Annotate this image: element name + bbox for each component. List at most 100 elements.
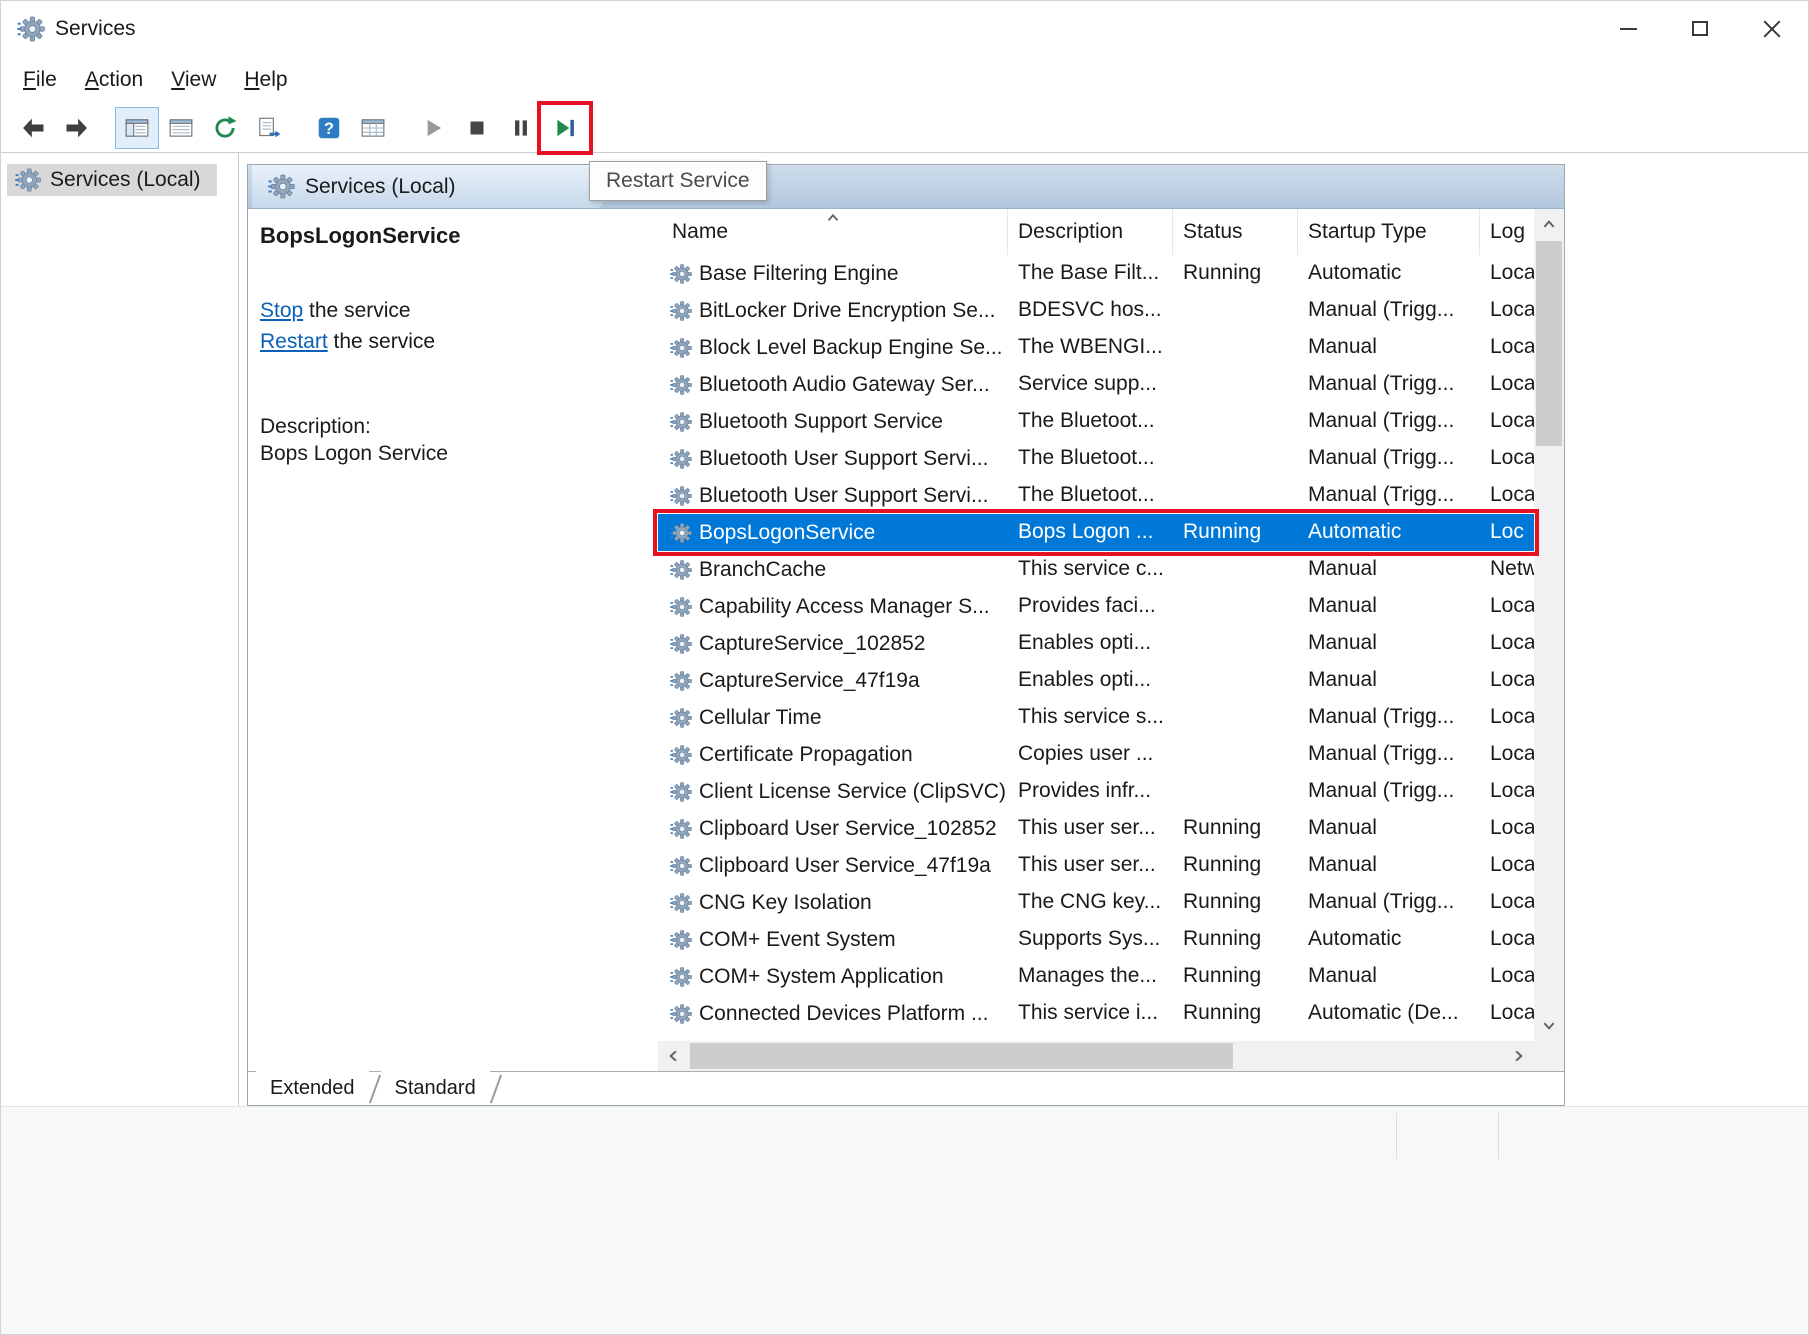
restart-service-button[interactable] [543,107,587,149]
cell-startup-type: Manual (Trigg... [1298,884,1480,921]
forward-button[interactable] [55,107,99,149]
table-row[interactable]: Client License Service (ClipSVC) Provide… [658,773,1534,810]
menu-help[interactable]: Help [230,62,301,98]
pane-title: Services (Local) [305,175,456,199]
table-row[interactable]: BitLocker Drive Encryption Se... BDESVC … [658,292,1534,329]
cell-description: Bops Logon ... [1008,514,1173,551]
cell-startup-type: Manual (Trigg... [1298,477,1480,514]
column-status[interactable]: Status [1173,209,1298,255]
show-console-tree-button[interactable] [115,107,159,149]
scroll-left-button[interactable] [658,1041,688,1071]
cell-log-on-as: Loca [1480,995,1534,1032]
tree-item-services-local[interactable]: Services (Local) [7,164,217,196]
close-button[interactable] [1736,1,1808,56]
refresh-button[interactable] [203,107,247,149]
tab-extended[interactable]: Extended [256,1071,369,1105]
table-row[interactable]: Base Filtering Engine The Base Filt... R… [658,255,1534,292]
column-name[interactable]: Name [658,209,1008,255]
cell-log-on-as: Loca [1480,588,1534,625]
cell-description: This service s... [1008,699,1173,736]
horizontal-scroll-thumb[interactable] [690,1043,1233,1069]
cell-description: The Bluetoot... [1008,403,1173,440]
cell-status [1173,440,1298,477]
horizontal-scrollbar[interactable] [658,1041,1534,1071]
export-list-button[interactable] [247,107,291,149]
bottom-separator [1498,1113,1499,1159]
cell-name: BopsLogonService [658,514,1008,551]
window-title: Services [55,17,136,41]
table-row[interactable]: Block Level Backup Engine Se... The WBEN… [658,329,1534,366]
cell-status [1173,662,1298,699]
tab-standard[interactable]: Standard [381,1071,490,1105]
back-button[interactable] [11,107,55,149]
table-row[interactable]: BopsLogonService Bops Logon ... Running … [658,514,1534,551]
minimize-button[interactable] [1592,1,1664,56]
table-row[interactable]: Bluetooth Support Service The Bluetoot..… [658,403,1534,440]
restart-service-suffix: the service [328,330,435,353]
cell-startup-type: Manual [1298,551,1480,588]
column-log-on-as[interactable]: Log [1480,209,1534,255]
menu-file[interactable]: File [9,62,71,98]
vertical-scroll-thumb[interactable] [1536,241,1562,446]
start-service-button[interactable] [411,107,455,149]
main-area: Services (Local) Services (Local) BopsLo… [1,153,1808,1106]
cell-name: Block Level Backup Engine Se... [658,329,1008,366]
stop-service-button[interactable] [455,107,499,149]
cell-name: Certificate Propagation [658,736,1008,773]
cell-status: Running [1173,810,1298,847]
table-row[interactable]: CaptureService_102852 Enables opti... Ma… [658,625,1534,662]
service-gear-icon [670,855,692,877]
scroll-right-button[interactable] [1504,1041,1534,1071]
table-row[interactable]: Bluetooth User Support Servi... The Blue… [658,440,1534,477]
services-gear-icon [268,173,295,200]
column-description[interactable]: Description [1008,209,1173,255]
stop-service-link[interactable]: Stop [260,299,303,322]
cell-log-on-as: Loca [1480,662,1534,699]
table-row[interactable]: Clipboard User Service_47f19a This user … [658,847,1534,884]
menu-action[interactable]: Action [71,62,157,98]
table-row[interactable]: CaptureService_47f19a Enables opti... Ma… [658,662,1534,699]
cell-status: Running [1173,847,1298,884]
cell-name: Base Filtering Engine [658,255,1008,292]
maximize-button[interactable] [1664,1,1736,56]
scroll-down-button[interactable] [1534,1011,1564,1041]
table-row[interactable]: Bluetooth Audio Gateway Ser... Service s… [658,366,1534,403]
column-startup-type[interactable]: Startup Type [1298,209,1480,255]
cell-log-on-as: Loca [1480,440,1534,477]
table-row[interactable]: BranchCache This service c... Manual Net… [658,551,1534,588]
pause-service-button[interactable] [499,107,543,149]
service-gear-icon [670,263,692,285]
show-console-tree-icon [124,115,150,141]
cell-log-on-as: Loca [1480,921,1534,958]
help-button[interactable] [307,107,351,149]
table-row[interactable]: Cellular Time This service s... Manual (… [658,699,1534,736]
scroll-up-button[interactable] [1534,209,1564,239]
vertical-scrollbar[interactable] [1534,209,1564,1041]
table-row[interactable]: CNG Key Isolation The CNG key... Running… [658,884,1534,921]
cell-status [1173,736,1298,773]
bottom-strip [1,1106,1808,1334]
cell-name: COM+ System Application [658,958,1008,995]
table-row[interactable]: Certificate Propagation Copies user ... … [658,736,1534,773]
menu-bar: File Action View Help [1,56,1808,104]
cell-name: Clipboard User Service_47f19a [658,847,1008,884]
cell-status: Running [1173,921,1298,958]
restart-service-link[interactable]: Restart [260,330,328,353]
view-options-button[interactable] [351,107,395,149]
table-row[interactable]: COM+ Event System Supports Sys... Runnin… [658,921,1534,958]
cell-description: The Bluetoot... [1008,477,1173,514]
cell-startup-type: Automatic (De... [1298,995,1480,1032]
cell-status [1173,292,1298,329]
service-gear-icon [670,929,692,951]
menu-view[interactable]: View [157,62,230,98]
cell-startup-type: Automatic [1298,514,1480,551]
table-row[interactable]: Capability Access Manager S... Provides … [658,588,1534,625]
table-row[interactable]: COM+ System Application Manages the... R… [658,958,1534,995]
cell-name: Bluetooth Support Service [658,403,1008,440]
cell-status [1173,329,1298,366]
table-row[interactable]: Connected Devices Platform ... This serv… [658,995,1534,1032]
service-gear-icon [670,411,692,433]
table-row[interactable]: Clipboard User Service_102852 This user … [658,810,1534,847]
properties-button[interactable] [159,107,203,149]
table-row[interactable]: Bluetooth User Support Servi... The Blue… [658,477,1534,514]
